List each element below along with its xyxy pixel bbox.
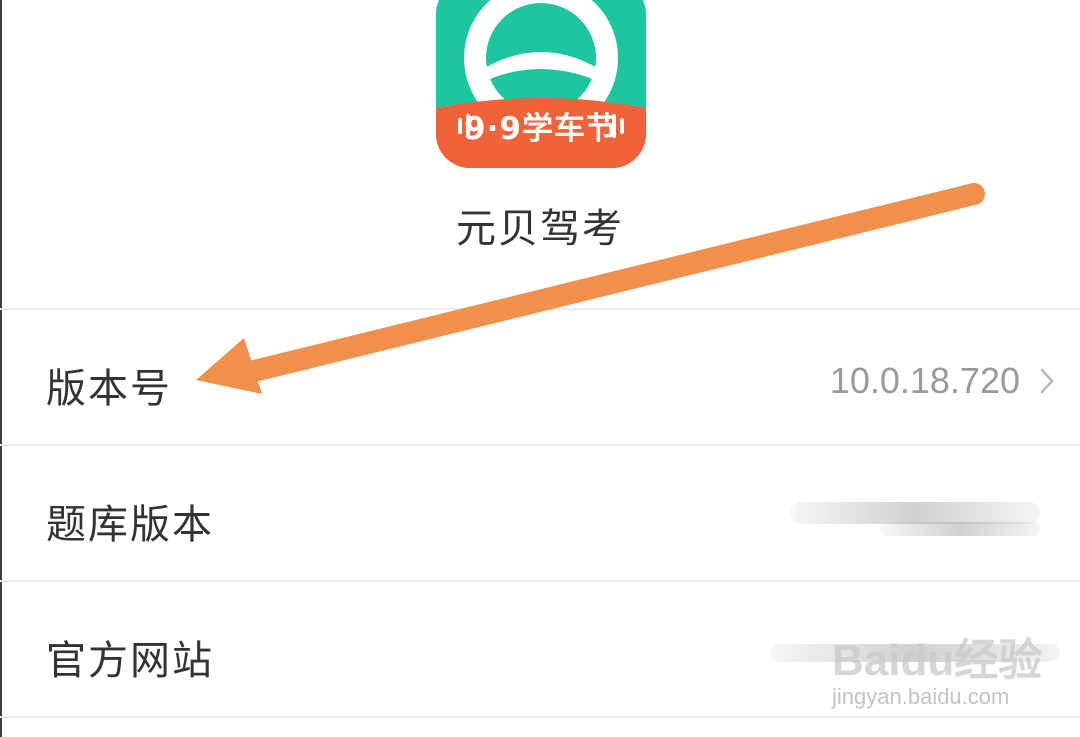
watermark-url: jingyan.baidu.com	[832, 684, 1010, 709]
watermark-logo: Baidu经验	[832, 636, 1043, 685]
baidu-watermark: Baidu经验 jingyan.baidu.com	[832, 624, 1062, 719]
